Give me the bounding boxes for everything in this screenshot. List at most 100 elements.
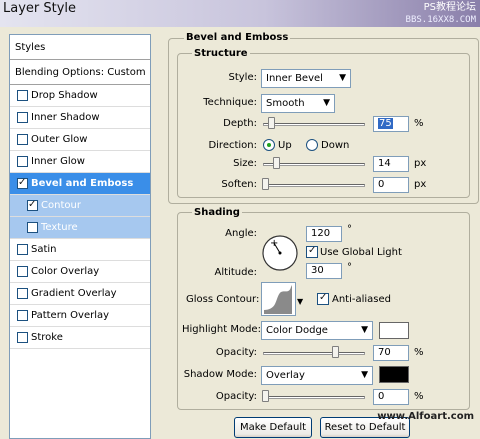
direction-down-radio[interactable]	[306, 139, 318, 151]
shadow-opacity-slider-thumb[interactable]	[262, 390, 269, 402]
depth-value: 75	[378, 118, 393, 129]
style-select[interactable]: Inner Bevel ▼	[261, 69, 351, 88]
styles-header[interactable]: Styles	[10, 35, 150, 60]
checkbox-icon[interactable]	[17, 90, 28, 101]
altitude-unit: °	[347, 262, 352, 273]
use-global-light-label: Use Global Light	[320, 247, 402, 258]
highlight-opacity-unit: %	[414, 347, 424, 358]
shadow-opacity-input[interactable]: 0	[373, 389, 409, 405]
technique-label: Technique:	[203, 97, 257, 108]
sidebar-item[interactable]: Stroke	[10, 327, 150, 349]
gloss-contour-icon[interactable]: ▼	[261, 282, 305, 316]
styles-list: Styles Blending Options: Custom Drop Sha…	[9, 34, 151, 439]
watermark-url: BBS.16XX8.COM	[405, 15, 476, 25]
chevron-down-icon: ▼	[339, 73, 346, 83]
technique-select[interactable]: Smooth ▼	[261, 94, 335, 113]
depth-slider-track[interactable]	[263, 123, 365, 126]
blending-options-label: Blending Options: Custom	[15, 67, 146, 78]
top-watermark: PS教程论坛 BBS.16XX8.COM	[406, 2, 476, 26]
sidebar-item-label: Outer Glow	[31, 134, 88, 145]
checkbox-icon[interactable]	[17, 177, 28, 189]
depth-input[interactable]: 75	[373, 116, 409, 132]
shadow-opacity-slider-track[interactable]	[263, 396, 365, 399]
sidebar-item[interactable]: Bevel and Emboss	[10, 173, 150, 195]
structure-title: Structure	[192, 48, 250, 59]
size-input[interactable]: 14	[373, 156, 409, 172]
checkbox-icon[interactable]	[17, 134, 28, 145]
sidebar-item-label: Bevel and Emboss	[31, 178, 134, 189]
shadow-mode-select[interactable]: Overlay ▼	[261, 366, 373, 385]
sidebar-item-label: Gradient Overlay	[31, 288, 117, 299]
use-global-light-checkbox[interactable]	[306, 245, 318, 258]
sidebar-item[interactable]: Drop Shadow	[10, 85, 150, 107]
bevel-emboss-title: Bevel and Emboss	[184, 32, 291, 43]
sidebar-item[interactable]: Outer Glow	[10, 129, 150, 151]
highlight-mode-value: Color Dodge	[266, 325, 328, 336]
checkbox-icon[interactable]	[17, 156, 28, 167]
styles-header-label: Styles	[15, 42, 46, 53]
checkbox-icon[interactable]	[27, 199, 38, 211]
highlight-color-swatch[interactable]	[379, 322, 409, 339]
altitude-label: Altitude:	[214, 267, 257, 278]
highlight-opacity-input[interactable]: 70	[373, 345, 409, 361]
angle-unit: °	[347, 224, 352, 235]
angle-dial-icon[interactable]: +	[261, 234, 299, 272]
checkbox-icon[interactable]	[17, 266, 28, 277]
shadow-color-swatch[interactable]	[379, 366, 409, 383]
sidebar-item-label: Contour	[41, 200, 81, 211]
sidebar-item[interactable]: Contour	[10, 195, 150, 217]
depth-label: Depth:	[223, 118, 257, 129]
sidebar-item[interactable]: Color Overlay	[10, 261, 150, 283]
size-slider-thumb[interactable]	[273, 157, 280, 169]
checkbox-icon[interactable]	[17, 332, 28, 343]
angle-label: Angle:	[225, 228, 257, 239]
title-bar: Layer Style PS教程论坛 BBS.16XX8.COM	[0, 0, 480, 27]
checkbox-icon[interactable]	[17, 288, 28, 299]
checkbox-icon[interactable]	[17, 112, 28, 123]
direction-up-label: Up	[278, 140, 292, 151]
sidebar-item-label: Texture	[41, 222, 78, 233]
sidebar-item[interactable]: Inner Shadow	[10, 107, 150, 129]
highlight-opacity-slider-track[interactable]	[263, 352, 365, 355]
sidebar-item[interactable]: Gradient Overlay	[10, 283, 150, 305]
blending-options-item[interactable]: Blending Options: Custom	[10, 60, 150, 85]
bottom-watermark: www.Alfoart.com	[377, 411, 474, 422]
checkbox-icon[interactable]	[17, 310, 28, 321]
soften-unit: px	[414, 179, 427, 190]
altitude-input[interactable]: 30	[306, 263, 342, 279]
style-select-value: Inner Bevel	[266, 73, 323, 84]
size-value: 14	[378, 158, 391, 169]
shadow-mode-value: Overlay	[266, 370, 305, 381]
highlight-opacity-slider-thumb[interactable]	[332, 346, 339, 358]
highlight-opacity-value: 70	[378, 347, 391, 358]
sidebar-item[interactable]: Inner Glow	[10, 151, 150, 173]
depth-unit: %	[414, 118, 424, 129]
soften-input[interactable]: 0	[373, 177, 409, 193]
technique-select-value: Smooth	[266, 98, 305, 109]
checkbox-icon[interactable]	[17, 244, 28, 255]
angle-value: 120	[311, 228, 331, 239]
gloss-contour-label: Gloss Contour:	[186, 294, 260, 305]
make-default-button[interactable]: Make Default	[234, 417, 312, 438]
sidebar-item[interactable]: Satin	[10, 239, 150, 261]
direction-up-radio[interactable]	[263, 139, 275, 151]
size-label: Size:	[233, 158, 257, 169]
checkbox-icon[interactable]	[27, 222, 38, 233]
svg-text:+: +	[270, 238, 278, 249]
chevron-down-icon: ▼	[361, 370, 368, 380]
soften-value: 0	[378, 179, 385, 190]
soften-label: Soften:	[221, 179, 257, 190]
angle-input[interactable]: 120	[306, 226, 342, 242]
altitude-value: 30	[311, 265, 324, 276]
soften-slider-track[interactable]	[263, 184, 365, 187]
sidebar-item[interactable]: Texture	[10, 217, 150, 239]
soften-slider-thumb[interactable]	[262, 178, 269, 190]
sidebar-item[interactable]: Pattern Overlay	[10, 305, 150, 327]
highlight-opacity-label: Opacity:	[215, 347, 257, 358]
sidebar-item-label: Color Overlay	[31, 266, 100, 277]
sidebar-item-label: Pattern Overlay	[31, 310, 110, 321]
window-title: Layer Style	[3, 1, 77, 16]
highlight-mode-select[interactable]: Color Dodge ▼	[261, 321, 373, 340]
depth-slider-thumb[interactable]	[268, 117, 275, 129]
anti-aliased-checkbox[interactable]	[317, 292, 329, 305]
